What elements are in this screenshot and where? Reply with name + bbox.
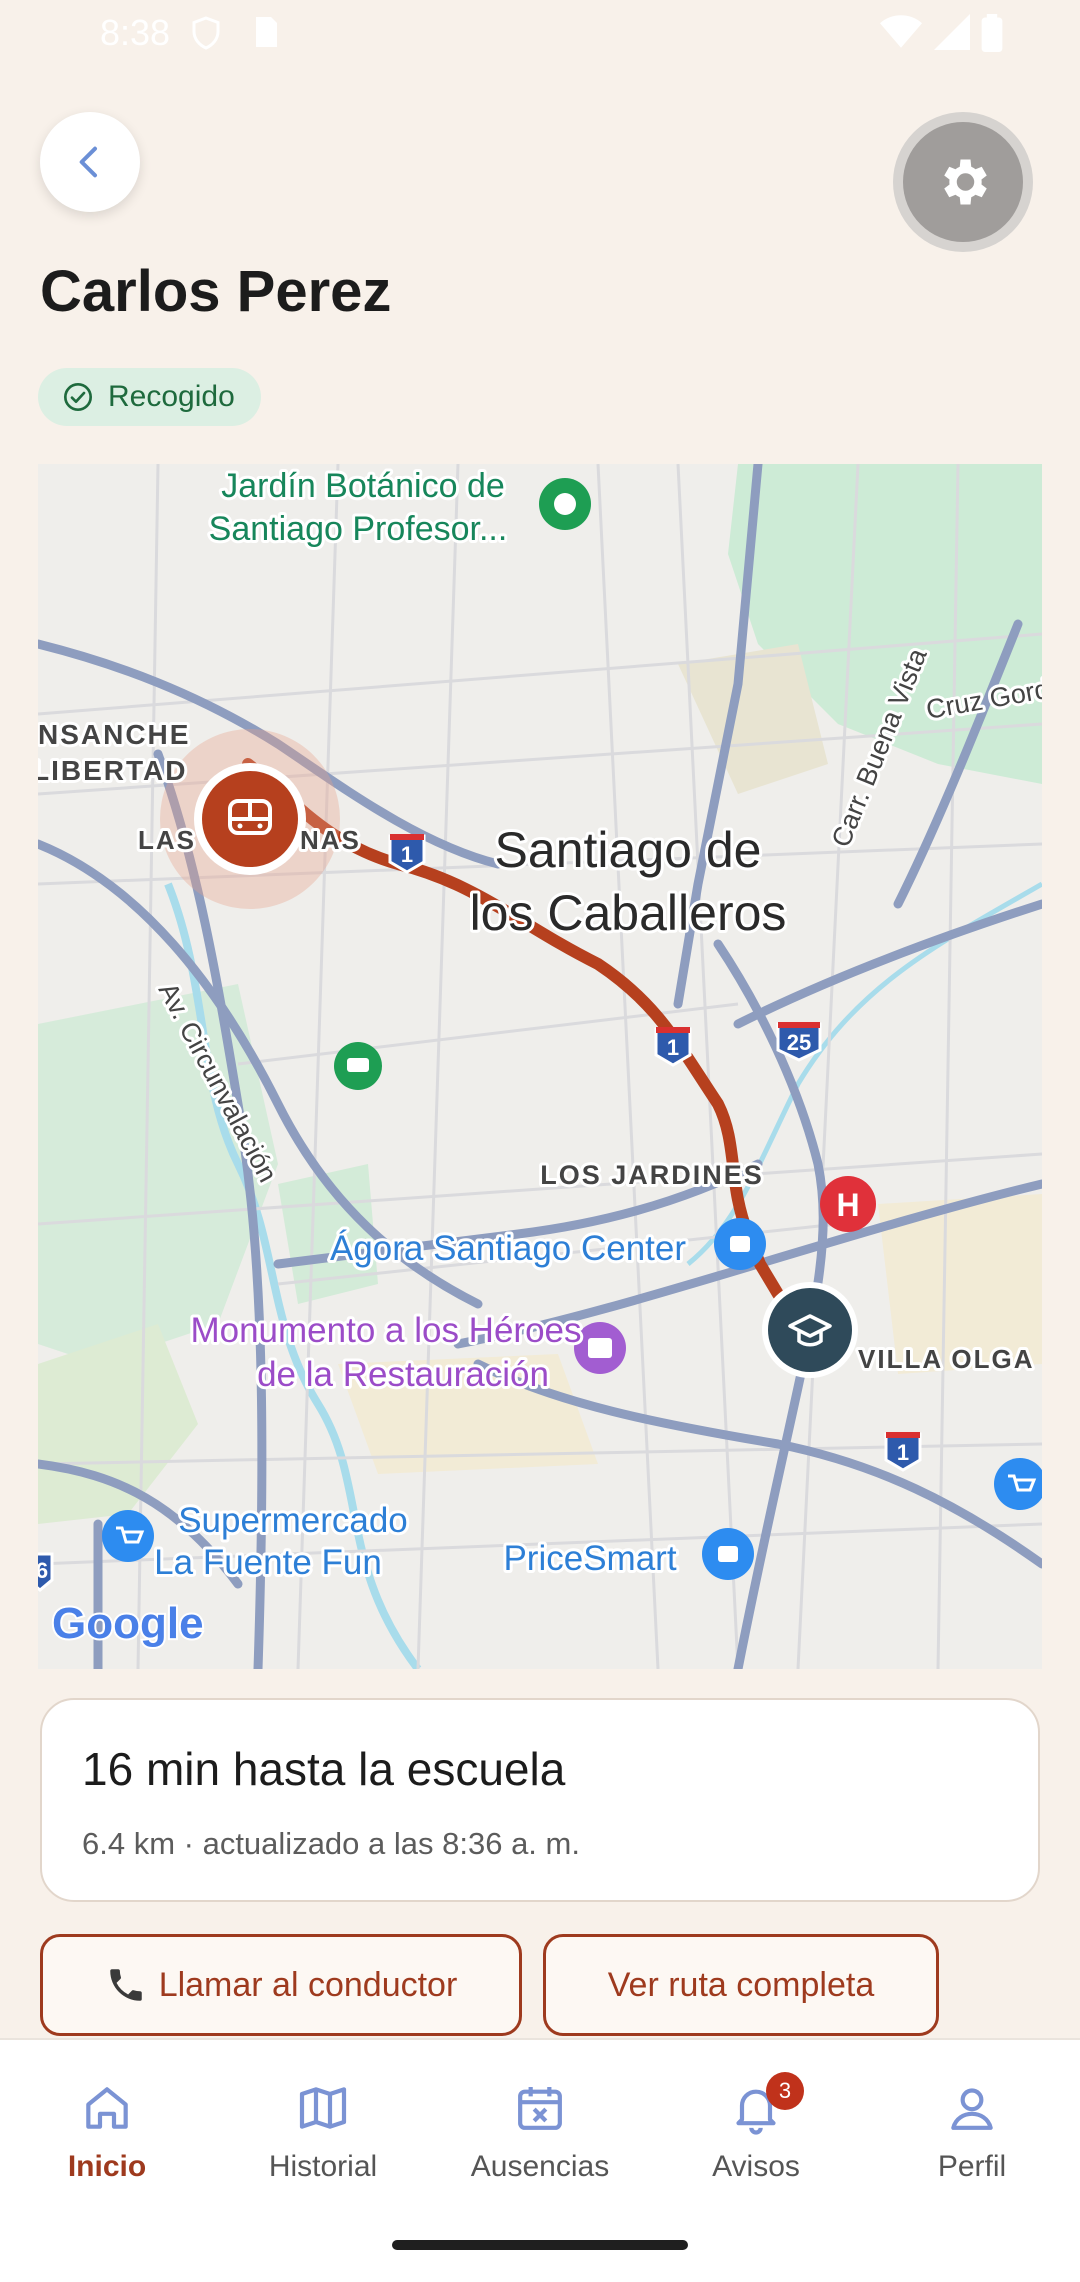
monumento-label: Monumento a los Héroes <box>190 1311 581 1350</box>
pricesmart-label: PriceSmart <box>503 1539 676 1578</box>
nav-label-historial: Historial <box>268 2150 378 2183</box>
svg-text:1: 1 <box>401 842 413 867</box>
nav-item-perfil[interactable]: Perfil <box>882 2080 1062 2184</box>
sd-card-icon <box>256 17 277 47</box>
agora-label: Ágora Santiago Center <box>330 1229 686 1268</box>
ensanche-label: NSANCHE <box>38 719 190 750</box>
monumento-label-2: de la Restauración <box>257 1355 549 1394</box>
city-label-2: los Caballeros <box>470 885 787 941</box>
svg-text:6: 6 <box>38 1558 48 1583</box>
highway-1-shield-3: 1 <box>884 1432 922 1472</box>
los-jardines-label: LOS JARDINES <box>540 1160 764 1190</box>
eta-card: 16 min hasta la escuela 6.4 km · actuali… <box>40 1698 1040 1902</box>
nav-item-inicio[interactable]: Inicio <box>17 2080 197 2184</box>
child-name-title: Carlos Perez <box>40 259 392 324</box>
user-icon <box>951 2088 993 2130</box>
view-route-button[interactable]: Ver ruta completa <box>543 1934 939 2036</box>
city-label: Santiago de <box>495 822 762 878</box>
nav-label-avisos: Avisos <box>712 2150 800 2183</box>
map-canvas: H 1 1 25 1 6 Jardín Botánico de Santiago… <box>38 464 1042 1669</box>
nas-label: NAS <box>300 825 361 855</box>
highway-1-shield: 1 <box>388 834 426 874</box>
supermarket-poi-icon <box>102 1510 154 1562</box>
chevron-left-icon <box>79 146 97 178</box>
status-time: 8:38 <box>100 12 171 53</box>
shield-status-icon <box>192 16 220 50</box>
home-icon <box>86 2087 128 2129</box>
nav-item-avisos[interactable]: 3 Avisos <box>666 2072 846 2184</box>
route-map[interactable]: H 1 1 25 1 6 Jardín Botánico de Santiago… <box>38 464 1042 1669</box>
monument-poi-icon <box>574 1322 626 1374</box>
svg-text:1: 1 <box>897 1440 909 1465</box>
google-logo: Google <box>52 1599 204 1648</box>
check-circle-icon <box>64 383 92 411</box>
nav-label-ausencias: Ausencias <box>470 2150 610 2183</box>
status-bar: 8:38 <box>0 0 1080 70</box>
villa-olga-label: VILLA OLGA <box>858 1344 1034 1374</box>
pricesmart-poi-icon <box>702 1528 754 1580</box>
las-label: LAS <box>138 825 196 855</box>
highway-1-shield-2: 1 <box>654 1027 692 1067</box>
school-marker[interactable] <box>768 1288 852 1372</box>
status-badge-label: Recogido <box>108 380 235 413</box>
avisos-count-badge: 3 <box>766 2072 804 2110</box>
nav-item-ausencias[interactable]: Ausencias <box>450 2080 630 2184</box>
garden-poi-icon <box>539 478 591 530</box>
park-poi-icon <box>334 1042 382 1090</box>
eta-subtitle: 6.4 km · actualizado a las 8:36 a. m. <box>82 1826 580 1861</box>
nav-label-perfil: Perfil <box>937 2150 1007 2183</box>
settings-button[interactable] <box>893 112 1033 252</box>
battery-icon <box>981 14 1003 52</box>
home-indicator[interactable] <box>392 2240 688 2250</box>
svg-text:H: H <box>836 1187 859 1223</box>
wifi-icon <box>880 15 922 48</box>
signal-icon <box>934 14 970 50</box>
svg-text:25: 25 <box>787 1030 811 1055</box>
call-driver-label: Llamar al conductor <box>158 1965 458 2004</box>
map-icon <box>299 2087 347 2129</box>
garden-label: Jardín Botánico de <box>221 467 505 505</box>
shopping-poi-icon <box>714 1218 766 1270</box>
eta-title: 16 min hasta la escuela <box>82 1743 566 1795</box>
nav-item-historial[interactable]: Historial <box>233 2080 413 2184</box>
highway-6-shield: 6 <box>38 1552 54 1592</box>
supermercado-label-2: La Fuente Fun <box>154 1543 382 1582</box>
libertad-label: LIBERTAD <box>38 755 187 786</box>
cart-poi-icon <box>994 1458 1042 1510</box>
view-route-label: Ver ruta completa <box>607 1965 875 2004</box>
call-driver-button[interactable]: Llamar al conductor <box>40 1934 522 2036</box>
status-badge: Recogido <box>38 368 261 426</box>
phone-icon <box>109 1969 142 2001</box>
calendar-x-icon <box>518 2087 562 2130</box>
highway-25-shield: 25 <box>776 1022 822 1062</box>
gear-icon <box>944 159 987 205</box>
supermercado-label: Supermercado <box>178 1501 408 1540</box>
garden-label-2: Santiago Profesor... <box>209 510 508 548</box>
nav-label-inicio: Inicio <box>67 2150 147 2183</box>
hospital-poi-icon: H <box>820 1176 876 1232</box>
back-button[interactable] <box>40 112 140 212</box>
svg-text:1: 1 <box>667 1035 679 1060</box>
